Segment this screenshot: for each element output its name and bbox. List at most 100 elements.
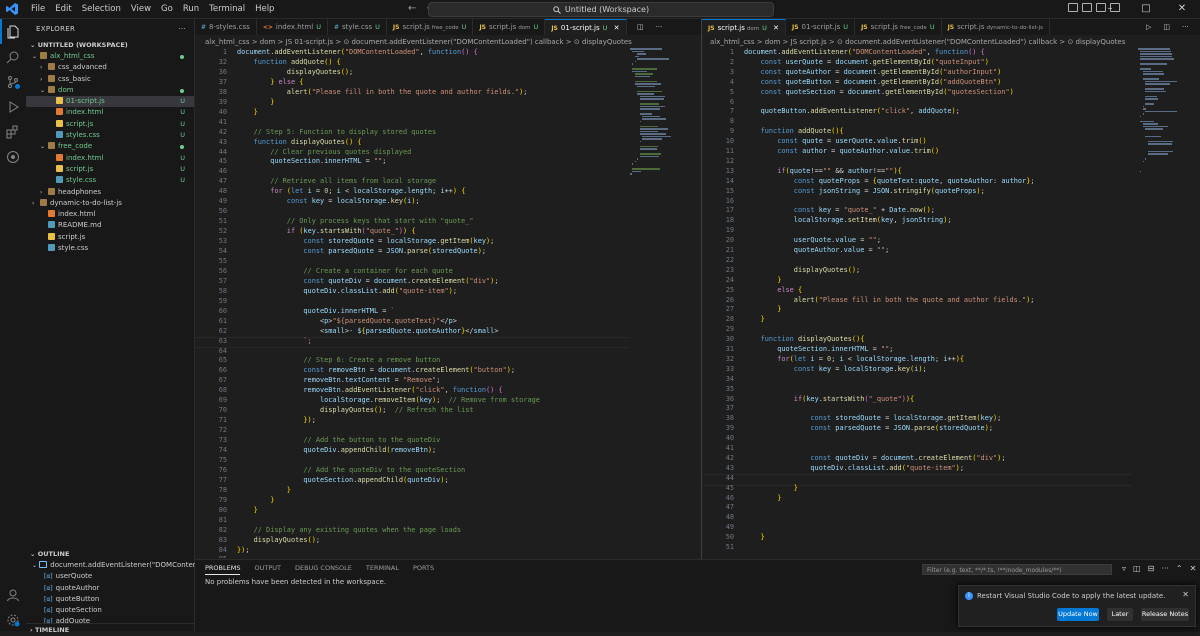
accounts-icon[interactable]: [0, 582, 26, 607]
close-tab-icon[interactable]: ✕: [771, 24, 779, 32]
tree-item[interactable]: 01-script.js U: [26, 96, 194, 108]
tree-item[interactable]: README.md: [26, 220, 194, 231]
tree-item[interactable]: ⌄ dom: [26, 85, 194, 96]
timeline-header[interactable]: › TIMELINE: [26, 624, 194, 636]
collapse-all-icon[interactable]: ⊟: [1148, 564, 1155, 573]
tree-item[interactable]: style.css U: [26, 175, 194, 186]
code-line: }: [270, 97, 275, 106]
outline-root[interactable]: ⌄ document.addEventListener("DOMContentL…: [26, 560, 219, 571]
release-notes-button[interactable]: Release Notes: [1141, 608, 1189, 621]
editor-tab[interactable]: JS 01-script.js U: [786, 19, 856, 35]
tree-item[interactable]: › css_basic: [26, 74, 194, 85]
editor-tab[interactable]: JS script.js free_code U: [387, 19, 474, 35]
minimize-icon[interactable]: –: [1092, 0, 1128, 18]
editor-tab[interactable]: JS script.js dynamic-to-do-list-js: [942, 19, 1050, 35]
menu-file[interactable]: File: [26, 0, 50, 18]
settings-gear-icon[interactable]: [0, 607, 26, 632]
panel-tab-ports[interactable]: PORTS: [413, 564, 434, 575]
editor-tab[interactable]: # style.css U: [328, 19, 387, 35]
panel-tab-problems[interactable]: PROBLEMS: [205, 564, 241, 575]
panel-tab-output[interactable]: OUTPUT: [254, 564, 281, 575]
outline-item[interactable]: [α] quoteSection: [26, 605, 194, 616]
tree-item[interactable]: › css_advanced: [26, 62, 194, 73]
tree-item[interactable]: script.js: [26, 232, 194, 243]
tree-item[interactable]: index.html: [26, 209, 194, 220]
editor-tab[interactable]: <> index.html U: [257, 19, 328, 35]
outline-section: ⌄ OUTLINE ⌄ document.addEventListener("D…: [26, 548, 219, 628]
left-code-editor[interactable]: 1 document.addEventListener("DOMContentLo…: [195, 48, 629, 558]
back-arrow-icon[interactable]: ←: [408, 3, 416, 14]
code-line: if(key.startsWith("_quote")){: [793, 394, 915, 403]
tree-item[interactable]: › headphones: [26, 187, 194, 198]
tree-item[interactable]: index.html U: [26, 107, 194, 118]
tree-item[interactable]: script.js U: [26, 119, 194, 130]
tree-item[interactable]: index.html U: [26, 153, 194, 164]
tab-label: style.css: [342, 23, 373, 31]
right-breadcrumb[interactable]: alx_html_css > dom > JS script.js > ⊙ do…: [710, 37, 1190, 48]
editor-more-icon[interactable]: ···: [1176, 19, 1195, 35]
menu-terminal[interactable]: Terminal: [204, 0, 250, 18]
editor-tab[interactable]: JS script.js dom U ✕: [702, 19, 786, 35]
outline-header[interactable]: ⌄ OUTLINE: [26, 548, 194, 560]
menu-help[interactable]: Help: [250, 0, 279, 18]
right-code-editor[interactable]: 1 document.addEventListener("DOMContentLo…: [702, 48, 1132, 558]
line-number: 56: [218, 266, 227, 275]
tree-item[interactable]: style.css: [26, 243, 194, 254]
workspace-header[interactable]: ⌄ UNTITLED (WORKSPACE): [26, 39, 194, 51]
left-minimap[interactable]: [630, 48, 680, 178]
panel-tab-debug-console[interactable]: DEBUG CONSOLE: [295, 564, 352, 575]
toggle-primary-sidebar-icon[interactable]: [1068, 3, 1078, 12]
problems-filter-input[interactable]: Filter (e.g. text, **/*.ts, !**/node_mod…: [922, 564, 1112, 575]
close-panel-icon[interactable]: ✕: [1190, 564, 1197, 573]
later-button[interactable]: Later: [1107, 608, 1133, 621]
editor-more-icon[interactable]: ···: [650, 19, 669, 35]
menu-view[interactable]: View: [126, 0, 156, 18]
tree-item[interactable]: ⌄ alx_html_css: [26, 51, 194, 62]
outline-item[interactable]: [α] quoteAuthor: [26, 583, 194, 594]
toggle-panel-icon[interactable]: [1082, 3, 1092, 12]
code-line: if(quote!=="" && author!==""){: [777, 166, 902, 175]
close-tab-icon[interactable]: ✕: [611, 24, 620, 32]
editor-tab[interactable]: JS script.js dom U: [473, 19, 546, 35]
left-breadcrumb[interactable]: alx_html_css > dom > JS 01-script.js > ⊙…: [205, 37, 635, 48]
run-debug-icon[interactable]: [0, 94, 26, 119]
panel-tab-terminal[interactable]: TERMINAL: [366, 564, 399, 575]
split-editor-icon[interactable]: ◫: [631, 19, 650, 35]
source-control-icon[interactable]: [0, 69, 26, 94]
close-icon[interactable]: ✕: [1164, 0, 1200, 18]
explorer-icon[interactable]: [0, 19, 26, 44]
editor-tab[interactable]: JS 01-script.js U ✕: [545, 19, 627, 35]
right-minimap[interactable]: [1138, 48, 1188, 176]
minimap-line: [1147, 143, 1172, 145]
menu-selection[interactable]: Selection: [77, 0, 126, 18]
filter-icon[interactable]: ▿: [1122, 564, 1126, 573]
tree-item[interactable]: styles.css U: [26, 130, 194, 141]
editor-tab[interactable]: #8-styles.css: [195, 19, 257, 35]
menu-edit[interactable]: Edit: [50, 0, 76, 18]
split-editor-icon[interactable]: ◫: [1157, 19, 1176, 35]
run-file-icon[interactable]: ▷: [1140, 19, 1157, 35]
menu-run[interactable]: Run: [178, 0, 204, 18]
panel-more-icon[interactable]: ···: [1161, 564, 1169, 573]
remote-explorer-icon[interactable]: [0, 144, 26, 169]
outline-item[interactable]: [α] userQuote: [26, 571, 194, 582]
folder-icon: [48, 74, 55, 82]
tree-item[interactable]: script.js U: [26, 164, 194, 175]
git-status-badge: U: [180, 97, 185, 106]
menu-go[interactable]: Go: [156, 0, 178, 18]
search-icon[interactable]: [0, 44, 26, 69]
extensions-icon[interactable]: [0, 119, 26, 144]
update-now-button[interactable]: Update Now: [1057, 608, 1099, 621]
outline-item[interactable]: [α] quoteButton: [26, 594, 194, 605]
code-line: function addQuote() {: [253, 57, 341, 66]
tree-item[interactable]: ⌄ free_code: [26, 141, 194, 152]
code-line: }: [270, 495, 275, 504]
maximize-icon[interactable]: □: [1128, 0, 1164, 18]
close-notification-icon[interactable]: ✕: [1182, 590, 1189, 599]
tree-item[interactable]: › dynamic-to-do-list-js: [26, 198, 194, 209]
copy-icon[interactable]: ◫: [1133, 564, 1141, 573]
more-actions-icon[interactable]: ···: [178, 19, 186, 39]
editor-tab[interactable]: JS script.js free_code U: [855, 19, 942, 35]
command-center-search[interactable]: Untitled (Workspace): [428, 2, 774, 17]
maximize-panel-icon[interactable]: ⌃: [1176, 564, 1183, 573]
